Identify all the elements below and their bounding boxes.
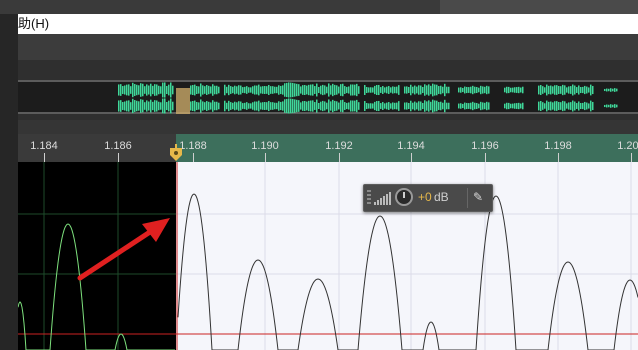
playhead-marker-icon[interactable] <box>169 144 183 162</box>
level-meter-icon <box>374 192 391 205</box>
ruler-tick <box>265 153 266 162</box>
toolbar-band <box>18 34 638 60</box>
ruler-tick <box>193 153 194 162</box>
ruler-tick <box>558 153 559 162</box>
volume-knob-icon[interactable] <box>395 188 413 206</box>
ruler-tick <box>411 153 412 162</box>
volume-unit: dB <box>434 190 449 204</box>
ruler-tick <box>631 153 632 162</box>
volume-value[interactable]: +0 <box>418 190 432 204</box>
ruler-tick-label: 1.186 <box>104 140 132 152</box>
ruler-tick-label: 1.198 <box>544 140 572 152</box>
waveform-overview[interactable] <box>18 60 638 120</box>
ruler-tick <box>485 153 486 162</box>
waveform-editor[interactable] <box>18 162 638 350</box>
ruler-tick <box>118 153 119 162</box>
volume-hud[interactable]: +0 dB ✎ <box>363 184 493 212</box>
ruler-tick-label: 1.184 <box>30 140 58 152</box>
left-panel-edge <box>0 14 18 350</box>
ruler-tick-label: 1.190 <box>251 140 279 152</box>
ruler-tick-label: 1.192 <box>325 140 353 152</box>
pin-icon[interactable]: ✎ <box>473 190 483 204</box>
overview-viewport-highlight <box>176 88 190 114</box>
ruler-tick-label: 1.188 <box>179 140 207 152</box>
unselected-region <box>18 162 176 350</box>
panel-separator <box>18 120 638 134</box>
ruler-tick-label: 1.194 <box>397 140 425 152</box>
ruler-tick <box>339 153 340 162</box>
ruler-tick <box>44 153 45 162</box>
drag-handle-icon[interactable] <box>367 190 371 206</box>
top-strip <box>0 0 638 14</box>
ruler-tick-label: 1.196 <box>471 140 499 152</box>
time-ruler[interactable]: 1.184 1.186 1.188 1.190 1.192 1.194 1.196 1.198… <box>18 134 638 162</box>
menu-bar <box>18 14 638 34</box>
ruler-tick-label: 1.200 <box>617 140 638 152</box>
menu-item-help[interactable]: 助(H) <box>18 14 49 34</box>
